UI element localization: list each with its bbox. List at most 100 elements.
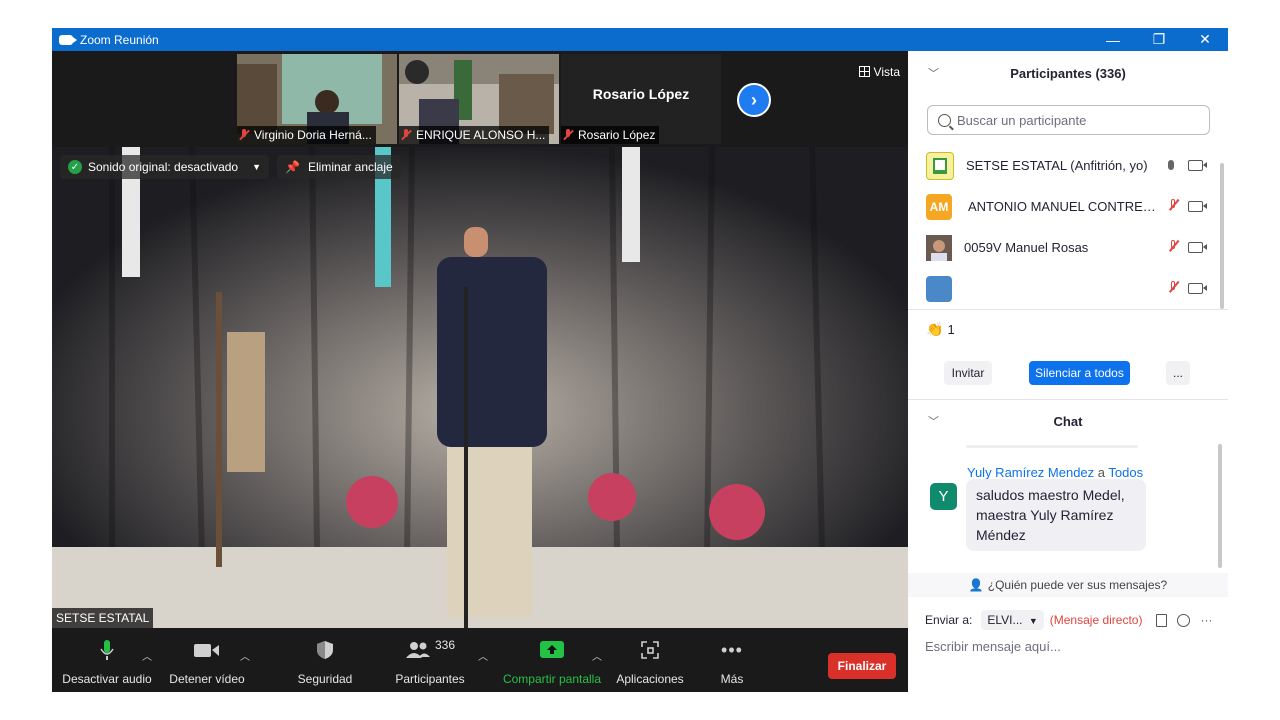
participant-row[interactable]: AM ANTONIO MANUEL CONTRERAS — [908, 186, 1218, 227]
mute-all-button[interactable]: Silenciar a todos — [1029, 361, 1130, 385]
participant-row[interactable]: SETSE ESTATAL (Anfitrión, yo) — [908, 145, 1218, 186]
speaker-video-image — [52, 147, 908, 628]
mic-muted-icon[interactable] — [1168, 240, 1178, 255]
side-panel: ﹀ Participantes (336) Buscar un particip… — [908, 51, 1228, 692]
avatar: AM — [926, 193, 952, 220]
chat-message-input[interactable]: Escribir mensaje aquí... — [925, 639, 1215, 654]
clapping-hands-icon: 👏 — [926, 321, 944, 337]
speaker-name-tag: SETSE ESTATAL — [52, 608, 154, 628]
minimize-button[interactable]: — — [1090, 28, 1136, 51]
avatar — [926, 234, 952, 261]
collapse-chevron-icon[interactable]: ﹀ — [928, 413, 939, 429]
host-logo-avatar — [926, 151, 954, 180]
view-button[interactable]: Vista — [858, 65, 900, 79]
chat-header: ﹀ Chat — [928, 413, 1083, 429]
video-camera-icon — [194, 636, 220, 664]
main-video[interactable]: ✓ Sonido original: desactivado ▼ 📌 Elimi… — [52, 147, 908, 628]
mute-audio-button[interactable]: Desactivar audio — [62, 628, 152, 692]
video-off-icon[interactable] — [1188, 283, 1207, 297]
participants-more-button[interactable]: ... — [1166, 361, 1190, 385]
close-button[interactable]: ✕ — [1182, 28, 1228, 51]
chat-message-meta: Yuly Ramírez Mendez a Todos — [967, 465, 1144, 480]
thumbnail-label: Virginio Doria Herná... — [237, 126, 376, 144]
participants-options-caret[interactable]: ︿ — [478, 648, 488, 663]
participant-list: SETSE ESTATAL (Anfitrión, yo) AM ANTONIO… — [908, 145, 1218, 309]
mic-muted-icon[interactable] — [1168, 199, 1178, 214]
invite-button[interactable]: Invitar — [944, 361, 992, 385]
search-icon — [938, 113, 951, 127]
mic-muted-icon — [401, 129, 411, 141]
recipient-dropdown[interactable]: ELVI... ▼ — [981, 610, 1044, 630]
title-bar: Zoom Reunión — ❐ ✕ — [52, 28, 1228, 51]
previous-message-edge — [966, 445, 1138, 448]
window-title: Zoom Reunión — [80, 32, 159, 47]
original-sound-toggle[interactable]: ✓ Sonido original: desactivado ▼ — [60, 155, 270, 179]
shield-icon — [316, 636, 334, 664]
chat-sender[interactable]: Yuly Ramírez Mendez — [967, 465, 1094, 480]
chat-scrollbar[interactable] — [1218, 444, 1222, 568]
apps-button[interactable]: Aplicaciones — [614, 628, 686, 692]
video-off-icon[interactable] — [1188, 201, 1207, 215]
participant-row[interactable] — [908, 268, 1218, 309]
reaction-summary: 👏 1 — [926, 321, 955, 337]
avatar — [926, 275, 952, 302]
share-screen-icon — [540, 636, 564, 664]
video-thumbnail[interactable]: ENRIQUE ALONSO H... — [399, 54, 559, 144]
video-off-icon[interactable] — [1188, 160, 1207, 174]
end-meeting-button[interactable]: Finalizar — [828, 653, 896, 679]
direct-message-label: (Mensaje directo) — [1049, 613, 1143, 627]
people-icon: 336 — [405, 636, 455, 664]
share-screen-button[interactable]: Compartir pantalla — [500, 628, 604, 692]
participants-header: ﹀ Participantes (336) — [928, 65, 1126, 81]
divider — [908, 309, 1228, 310]
grid-icon — [858, 66, 870, 77]
unpin-button[interactable]: 📌 Eliminar anclaje — [277, 155, 401, 179]
chevron-down-icon: ▼ — [252, 162, 262, 172]
ellipsis-icon: ••• — [721, 639, 743, 660]
video-options-caret[interactable]: ︿ — [240, 648, 250, 663]
chat-recipient[interactable]: Todos — [1108, 465, 1143, 480]
chat-message-bubble: saludos maestro Medel, maestra Yuly Ramí… — [966, 479, 1146, 551]
video-off-icon[interactable] — [1188, 242, 1207, 256]
participant-row[interactable]: 0059V Manuel Rosas — [908, 227, 1218, 268]
chevron-down-icon: ▼ — [1028, 616, 1038, 626]
thumbnail-label: ENRIQUE ALONSO H... — [399, 126, 550, 144]
more-button[interactable]: ••• Más — [712, 628, 752, 692]
avatar: Y — [930, 483, 957, 510]
zoom-window: Zoom Reunión — ❐ ✕ Virginio Doria Herná.… — [52, 28, 1228, 692]
chat-more-icon[interactable]: ··· — [1200, 613, 1212, 627]
file-icon[interactable] — [1156, 613, 1168, 627]
restore-button[interactable]: ❐ — [1136, 28, 1182, 51]
participant-name-large: Rosario López — [592, 86, 690, 102]
video-thumbnail[interactable]: Virginio Doria Herná... — [237, 54, 397, 144]
collapse-chevron-icon[interactable]: ﹀ — [928, 65, 939, 81]
next-page-button[interactable]: › — [737, 83, 771, 117]
meeting-toolbar: Desactivar audio ︿ Detener vídeo ︿ Segur… — [52, 628, 908, 692]
apps-icon — [641, 636, 659, 664]
audio-options-caret[interactable]: ︿ — [142, 648, 152, 663]
video-overlay-controls: ✓ Sonido original: desactivado ▼ 📌 Elimi… — [60, 155, 401, 179]
chevron-right-icon: › — [751, 89, 757, 110]
microphone-icon — [100, 636, 114, 664]
thumbnail-strip: Virginio Doria Herná... ENRIQUE ALONSO H… — [52, 51, 908, 147]
participant-list-scrollbar[interactable] — [1220, 163, 1224, 309]
mic-muted-icon — [563, 129, 573, 141]
participants-count: 336 — [434, 638, 456, 652]
video-area: Virginio Doria Herná... ENRIQUE ALONSO H… — [52, 51, 908, 628]
send-to-row: Enviar a: ELVI... ▼ (Mensaje directo) ··… — [925, 610, 1212, 630]
mic-muted-icon — [239, 129, 249, 141]
thumbnail-label: Rosario López — [561, 126, 660, 144]
shield-check-icon: ✓ — [68, 160, 82, 174]
emoji-icon[interactable] — [1177, 613, 1191, 627]
mic-muted-icon[interactable] — [1168, 281, 1178, 296]
person-icon: 👤 — [968, 578, 984, 592]
participants-button[interactable]: 336 Participantes — [390, 628, 470, 692]
security-button[interactable]: Seguridad — [290, 628, 360, 692]
who-can-see-link[interactable]: 👤 ¿Quién puede ver sus mensajes? — [908, 573, 1228, 597]
share-options-caret[interactable]: ︿ — [592, 648, 602, 663]
participant-search-input[interactable]: Buscar un participante — [927, 105, 1210, 135]
microphone-icon[interactable] — [1168, 159, 1174, 173]
video-thumbnail[interactable]: Rosario López Rosario López — [561, 54, 721, 144]
stop-video-button[interactable]: Detener vídeo — [164, 628, 250, 692]
pin-icon: 📌 — [285, 160, 300, 174]
